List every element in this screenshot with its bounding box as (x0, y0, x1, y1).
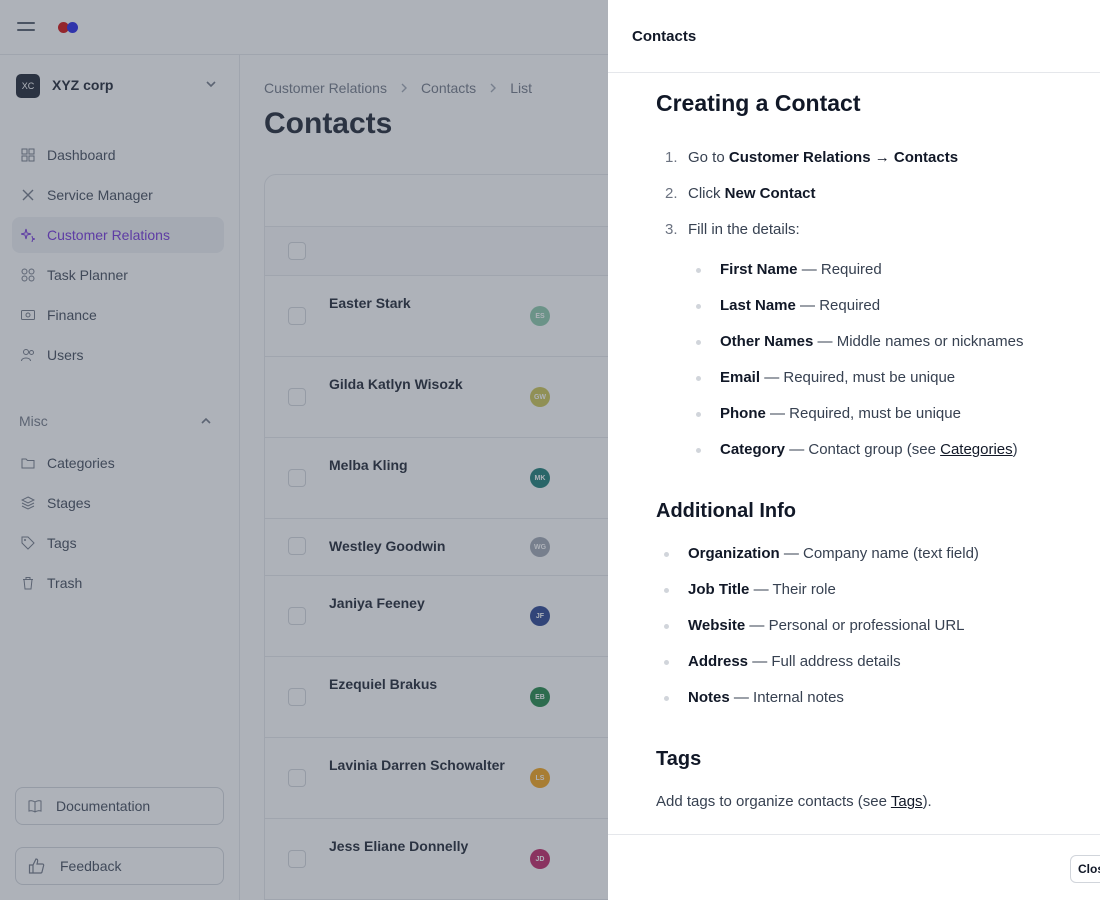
field-desc: — Required (797, 261, 882, 278)
field-desc: — Full address details (748, 653, 901, 670)
additional-item: Notes — Internal notes (664, 689, 844, 706)
field-name: Job Title (688, 581, 750, 598)
field-item: First Name — Required (696, 261, 882, 278)
doc-heading: Creating a Contact (656, 90, 861, 116)
field-item: Category — Contact group (see Categories… (696, 441, 1018, 458)
field-item: Phone — Required, must be unique (696, 405, 961, 422)
field-item: Last Name — Required (696, 297, 881, 314)
field-tail: ) (1012, 441, 1018, 458)
panel-footer: Close (608, 834, 1100, 900)
additional-item: Address — Full address details (664, 653, 901, 670)
field-name: Other Names (720, 333, 814, 350)
panel-body: Creating a Contact 1. Go to Customer Rela… (608, 73, 1100, 834)
field-name: Website (688, 617, 746, 634)
step-text: Fill in the details: (688, 221, 800, 238)
additional-info-heading: Additional Info (656, 500, 796, 522)
field-name: Category (720, 441, 786, 458)
additional-item: Organization — Company name (text field) (664, 545, 979, 562)
step-text: Click (688, 185, 725, 202)
field-desc: — Their role (749, 581, 836, 598)
close-button[interactable]: Close (1070, 855, 1100, 883)
field-desc: — Required, must be unique (765, 405, 961, 422)
field-name: Organization (688, 545, 780, 562)
field-name: Phone (720, 405, 766, 422)
help-slide-over: Contacts Creating a Contact 1. Go to Cust… (608, 0, 1100, 900)
step-item: 1. Go to Customer Relations → Contacts (665, 149, 958, 166)
field-item: Other Names — Middle names or nicknames (696, 333, 1024, 350)
tags-heading: Tags (656, 748, 702, 770)
panel-title: Contacts (632, 28, 697, 45)
field-desc: — Internal notes (729, 689, 844, 706)
field-name: Email (720, 369, 761, 386)
step-number: 2. (665, 185, 678, 202)
additional-item: Job Title — Their role (664, 581, 836, 598)
field-desc: — Required, must be unique (760, 369, 956, 386)
field-desc: — Middle names or nicknames (813, 333, 1024, 350)
field-name: Address (688, 653, 749, 670)
tags-tail: ). (922, 793, 932, 810)
field-desc: — Personal or professional URL (745, 617, 965, 634)
field-desc: — Required (795, 297, 881, 314)
step-item: 3. Fill in the details: (665, 221, 800, 238)
tags-paragraph: Add tags to organize contacts (see Tags)… (656, 793, 932, 810)
field-item: Email — Required, must be unique (696, 369, 956, 386)
step-item: 2. Click New Contact (665, 185, 816, 202)
field-name: First Name (720, 261, 798, 278)
step-number: 1. (665, 149, 678, 166)
additional-item: Website — Personal or professional URL (664, 617, 965, 634)
step-number: 3. (665, 221, 678, 238)
step-text: Go to (688, 149, 729, 166)
tags-text: Add tags to organize contacts (see (656, 793, 891, 810)
field-desc: — Contact group (see (785, 441, 941, 458)
field-name: Last Name (720, 297, 796, 314)
field-desc: — Company name (text field) (779, 545, 979, 562)
tags-link[interactable]: Tags (891, 793, 923, 810)
step-bold: Customer Relations → Contacts (728, 149, 959, 166)
step-bold: New Contact (724, 185, 816, 202)
panel-header: Contacts (608, 0, 1100, 73)
categories-link[interactable]: Categories (940, 441, 1013, 458)
field-name: Notes (688, 689, 730, 706)
